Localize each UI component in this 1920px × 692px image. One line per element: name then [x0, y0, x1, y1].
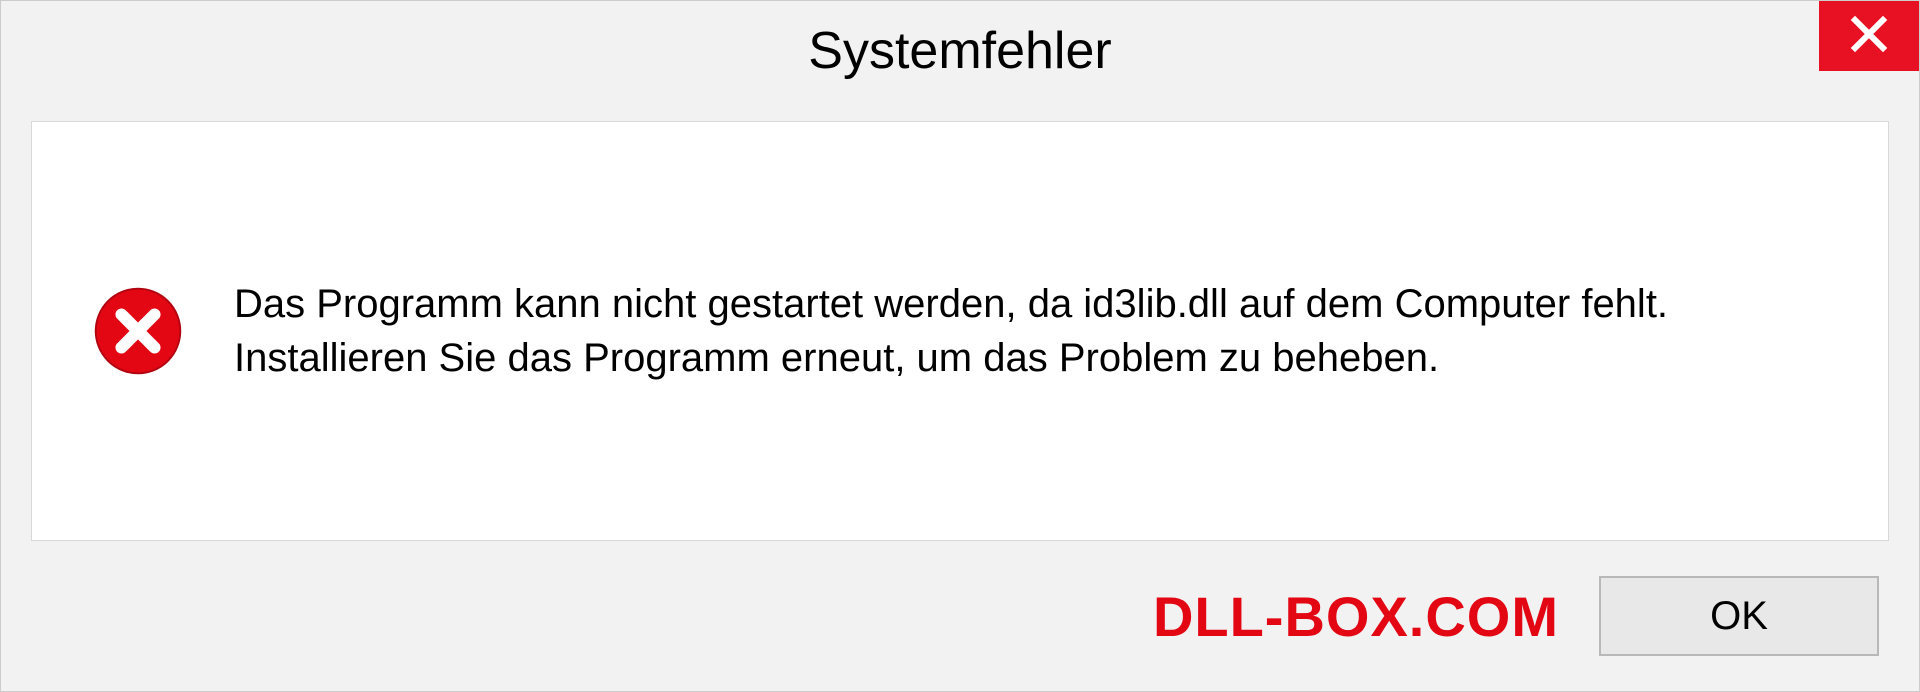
- error-message: Das Programm kann nicht gestartet werden…: [234, 277, 1828, 385]
- titlebar: Systemfehler: [1, 1, 1919, 101]
- dialog-title: Systemfehler: [808, 21, 1111, 81]
- close-button[interactable]: [1819, 1, 1919, 71]
- watermark-text: DLL-BOX.COM: [1153, 584, 1559, 649]
- footer: DLL-BOX.COM OK: [1, 561, 1919, 691]
- close-icon: [1849, 14, 1889, 59]
- ok-button[interactable]: OK: [1599, 576, 1879, 656]
- error-dialog: Systemfehler Das Programm kann nicht ges…: [0, 0, 1920, 692]
- error-icon: [92, 285, 184, 377]
- content-area: Das Programm kann nicht gestartet werden…: [31, 121, 1889, 541]
